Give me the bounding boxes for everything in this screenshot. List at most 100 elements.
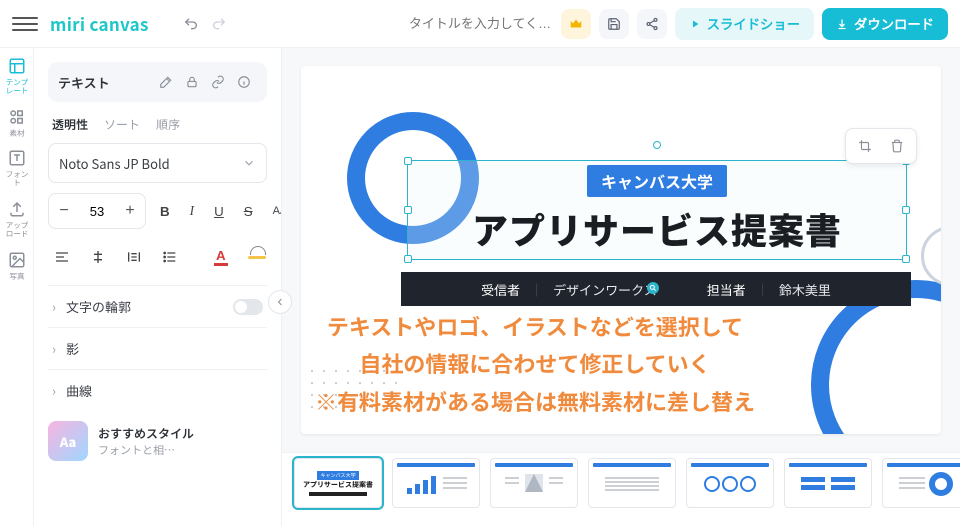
- rail-elements[interactable]: 素材: [2, 107, 32, 139]
- thumb-number: 2: [392, 521, 480, 526]
- selection-box[interactable]: キャンバス大学 アプリサービス提案書: [407, 160, 907, 260]
- thumb-1[interactable]: キャンバス大学 アプリサービス提案書: [294, 458, 382, 508]
- lock-button[interactable]: [179, 69, 205, 95]
- rotate-handle[interactable]: [653, 141, 661, 149]
- size-input[interactable]: [79, 194, 115, 228]
- chevron-down-icon: [242, 156, 256, 170]
- size-increase[interactable]: +: [115, 194, 145, 228]
- align-vertical-button[interactable]: [84, 239, 112, 275]
- align-left-icon: [54, 249, 70, 265]
- strike-button[interactable]: S: [238, 193, 259, 229]
- italic-button[interactable]: I: [184, 193, 200, 229]
- app-logo: miri canvas: [50, 11, 149, 36]
- templates-icon: [8, 57, 26, 75]
- slideshow-button[interactable]: スライドショー: [675, 8, 814, 40]
- tab-order[interactable]: 順序: [156, 116, 180, 133]
- resize-handle[interactable]: [404, 255, 412, 263]
- link-button[interactable]: [205, 69, 231, 95]
- section-label: 文字の輪郭: [66, 297, 131, 316]
- info-bar[interactable]: 受信者 ｜ デザインワークス 担当者 ｜ 鈴木美里: [401, 272, 911, 306]
- canvas-area[interactable]: キャンバス大学 アプリサービス提案書 受信者 ｜ デザインワークス 担当者 ｜ …: [282, 48, 960, 452]
- crop-button[interactable]: [852, 133, 878, 159]
- resize-handle[interactable]: [902, 206, 910, 214]
- spacing-button[interactable]: [120, 239, 148, 275]
- rail-label: アップロード: [2, 222, 31, 239]
- undo-button[interactable]: [177, 10, 205, 38]
- menu-button[interactable]: [12, 11, 38, 37]
- list-icon: [162, 249, 178, 265]
- collapse-panel-button[interactable]: [268, 290, 292, 314]
- redo-button[interactable]: [205, 10, 233, 38]
- panel-title: テキスト: [58, 73, 153, 92]
- resize-handle[interactable]: [404, 206, 412, 214]
- save-button[interactable]: [599, 9, 629, 39]
- reco-sub: フォントと相…: [98, 442, 194, 458]
- rail-templates[interactable]: テンプレート: [2, 56, 32, 97]
- info-icon: [237, 74, 251, 90]
- thumb-number: 1: [294, 521, 382, 526]
- size-decrease[interactable]: −: [49, 194, 79, 228]
- magic-button[interactable]: [153, 69, 179, 95]
- text-color-button[interactable]: A: [208, 239, 234, 275]
- reco-title: おすすめスタイル: [98, 425, 194, 442]
- section-outline[interactable]: › 文字の輪郭: [48, 285, 267, 327]
- slideshow-label: スライドショー: [707, 14, 800, 33]
- delete-button[interactable]: [884, 133, 910, 159]
- crop-icon: [858, 138, 872, 154]
- reco-thumb: Aa: [48, 421, 88, 461]
- section-shadow[interactable]: › 影: [48, 327, 267, 369]
- thumb-7[interactable]: [882, 458, 960, 508]
- doc-title-input[interactable]: [390, 15, 570, 32]
- thumb-2[interactable]: [392, 458, 480, 508]
- rail-label: テンプレート: [2, 79, 31, 96]
- slide-canvas[interactable]: キャンバス大学 アプリサービス提案書 受信者 ｜ デザインワークス 担当者 ｜ …: [301, 66, 941, 434]
- elements-icon: [8, 108, 26, 126]
- resize-handle[interactable]: [902, 255, 910, 263]
- highlight-button[interactable]: [242, 239, 272, 275]
- section-label: 影: [66, 339, 79, 358]
- download-icon: [836, 18, 848, 30]
- align-v-icon: [90, 249, 106, 265]
- link-icon: [211, 74, 225, 90]
- magnify-icon: [647, 282, 659, 294]
- section-curve[interactable]: › 曲線: [48, 369, 267, 411]
- font-size-stepper: − +: [48, 193, 146, 229]
- wand-icon: [159, 74, 173, 90]
- thumb-3[interactable]: [490, 458, 578, 508]
- play-icon: [689, 18, 701, 30]
- outline-toggle[interactable]: [233, 299, 263, 315]
- font-select[interactable]: Noto Sans JP Bold: [48, 143, 267, 183]
- share-button[interactable]: [637, 9, 667, 39]
- case-button[interactable]: AA: [267, 193, 282, 229]
- bold-button[interactable]: B: [154, 193, 176, 229]
- thumb-4[interactable]: [588, 458, 676, 508]
- rail-label: 写真: [9, 273, 24, 281]
- download-button[interactable]: ダウンロード: [822, 8, 948, 40]
- rail-upload[interactable]: アップロード: [2, 199, 32, 240]
- thumb-number: 7: [882, 521, 960, 526]
- thumb-6[interactable]: [784, 458, 872, 508]
- rail-text[interactable]: フォント: [2, 148, 32, 189]
- tab-opacity[interactable]: 透明性: [52, 116, 88, 133]
- list-button[interactable]: [156, 239, 184, 275]
- rail-photos[interactable]: 写真: [2, 250, 32, 282]
- owner-label: 担当者: [707, 280, 746, 299]
- save-icon: [607, 17, 621, 31]
- recommended-styles[interactable]: Aa おすすめスタイル フォントと相…: [48, 421, 267, 461]
- underline-button[interactable]: U: [208, 193, 230, 229]
- download-label: ダウンロード: [854, 14, 934, 33]
- nav-rail: テンプレート 素材 フォント アップロード 写真: [0, 48, 34, 526]
- tab-sort[interactable]: ソート: [104, 116, 140, 133]
- info-button[interactable]: [231, 69, 257, 95]
- thumb-5[interactable]: [686, 458, 774, 508]
- resize-handle[interactable]: [404, 157, 412, 165]
- thumb-number: 5: [686, 521, 774, 526]
- slide-pill[interactable]: キャンバス大学: [587, 165, 727, 197]
- trash-icon: [890, 138, 904, 154]
- align-left-button[interactable]: [48, 239, 76, 275]
- thumb-number: 3: [490, 521, 578, 526]
- upload-icon: [8, 200, 26, 218]
- slide-title[interactable]: アプリサービス提案書: [472, 203, 842, 255]
- thumb-number: 4: [588, 521, 676, 526]
- chevron-left-icon: [274, 296, 286, 308]
